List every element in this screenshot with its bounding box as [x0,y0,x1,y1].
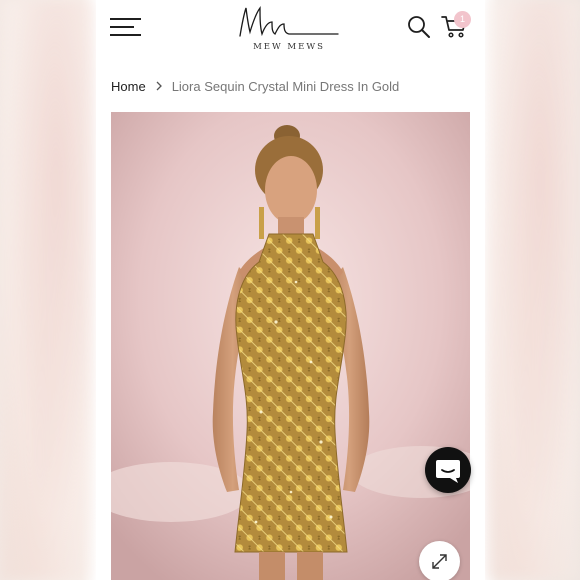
chevron-right-icon [152,79,166,94]
site-header: MEW MEWS 1 [96,0,485,62]
breadcrumb: Home Liora Sequin Crystal Mini Dress In … [111,79,399,94]
product-photo-illustration [111,112,470,580]
logo-signature [239,6,339,37]
logo-text: MEW MEWS [253,42,325,52]
cart-count-badge: 1 [454,11,471,28]
product-image[interactable] [111,112,470,580]
chat-button[interactable] [425,447,471,493]
chat-bubble-icon [436,460,460,483]
brand-logo[interactable]: MEW MEWS [232,2,346,56]
hamburger-menu-icon[interactable] [110,18,141,36]
breadcrumb-home-link[interactable]: Home [111,79,146,94]
background-blur-right [484,0,580,580]
product-page: MEW MEWS 1 Home Liora Sequin Crystal Min… [96,0,485,580]
background-blur-left [0,0,96,580]
expand-icon [432,554,447,569]
search-icon[interactable] [407,15,431,39]
breadcrumb-current: Liora Sequin Crystal Mini Dress In Gold [171,79,400,94]
zoom-button[interactable] [419,541,460,580]
